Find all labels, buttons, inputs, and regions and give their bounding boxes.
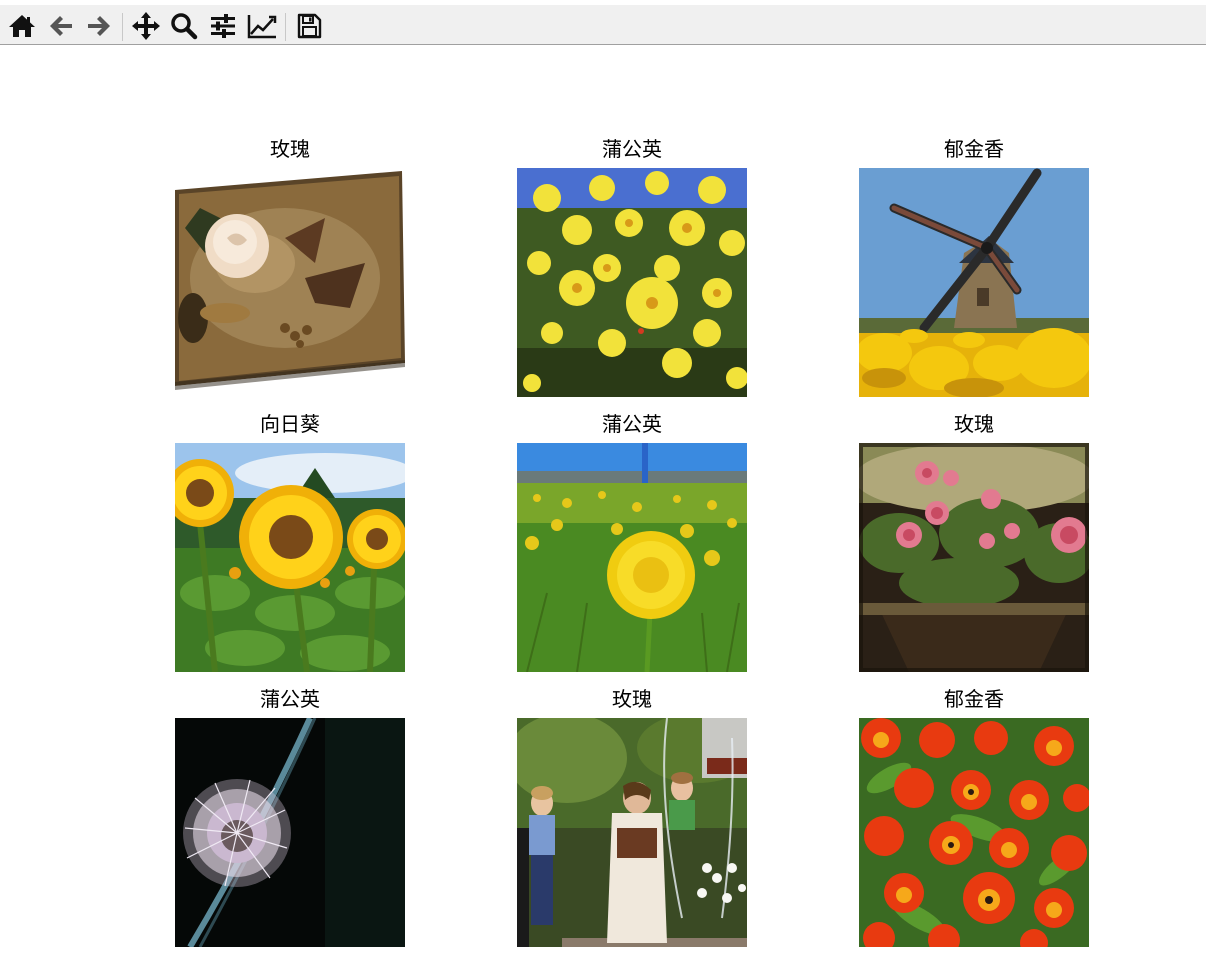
flower-image — [517, 718, 747, 947]
subplot-title: 玫瑰 — [270, 137, 310, 161]
flower-image — [517, 443, 747, 672]
flower-image — [175, 718, 405, 947]
subplot-title: 向日葵 — [260, 412, 320, 436]
home-icon — [8, 13, 36, 39]
subplot-title: 蒲公英 — [260, 687, 320, 711]
flower-image — [175, 443, 405, 672]
arrow-right-icon — [85, 13, 113, 39]
subplot-title: 玫瑰 — [612, 687, 652, 711]
move-icon — [131, 11, 161, 41]
subplots-button[interactable] — [207, 10, 239, 42]
home-button[interactable] — [6, 10, 38, 42]
line-chart-icon — [247, 13, 277, 39]
floppy-disk-icon — [296, 12, 322, 40]
figure-canvas: 玫瑰 蒲公英 郁金香 向日葵 蒲公英 玫瑰 蒲公英 玫瑰 郁金香 — [0, 46, 1206, 974]
pan-button[interactable] — [130, 10, 162, 42]
flower-image — [859, 168, 1089, 397]
toolbar-separator — [122, 13, 123, 41]
flower-image — [859, 443, 1089, 672]
zoom-button[interactable] — [168, 10, 200, 42]
customize-button[interactable] — [246, 10, 278, 42]
forward-button[interactable] — [83, 10, 115, 42]
flower-image — [175, 168, 405, 397]
matplotlib-toolbar — [0, 5, 1206, 45]
subplot-title: 蒲公英 — [602, 412, 662, 436]
subplot-title: 郁金香 — [944, 137, 1004, 161]
flower-image — [859, 718, 1089, 947]
back-button[interactable] — [45, 10, 77, 42]
flower-image — [517, 168, 747, 397]
sliders-icon — [209, 13, 237, 39]
magnifier-icon — [170, 12, 198, 40]
save-button[interactable] — [293, 10, 325, 42]
arrow-left-icon — [47, 13, 75, 39]
subplot-title: 玫瑰 — [954, 412, 994, 436]
toolbar-separator — [285, 13, 286, 41]
subplot-title: 蒲公英 — [602, 137, 662, 161]
subplot-title: 郁金香 — [944, 687, 1004, 711]
